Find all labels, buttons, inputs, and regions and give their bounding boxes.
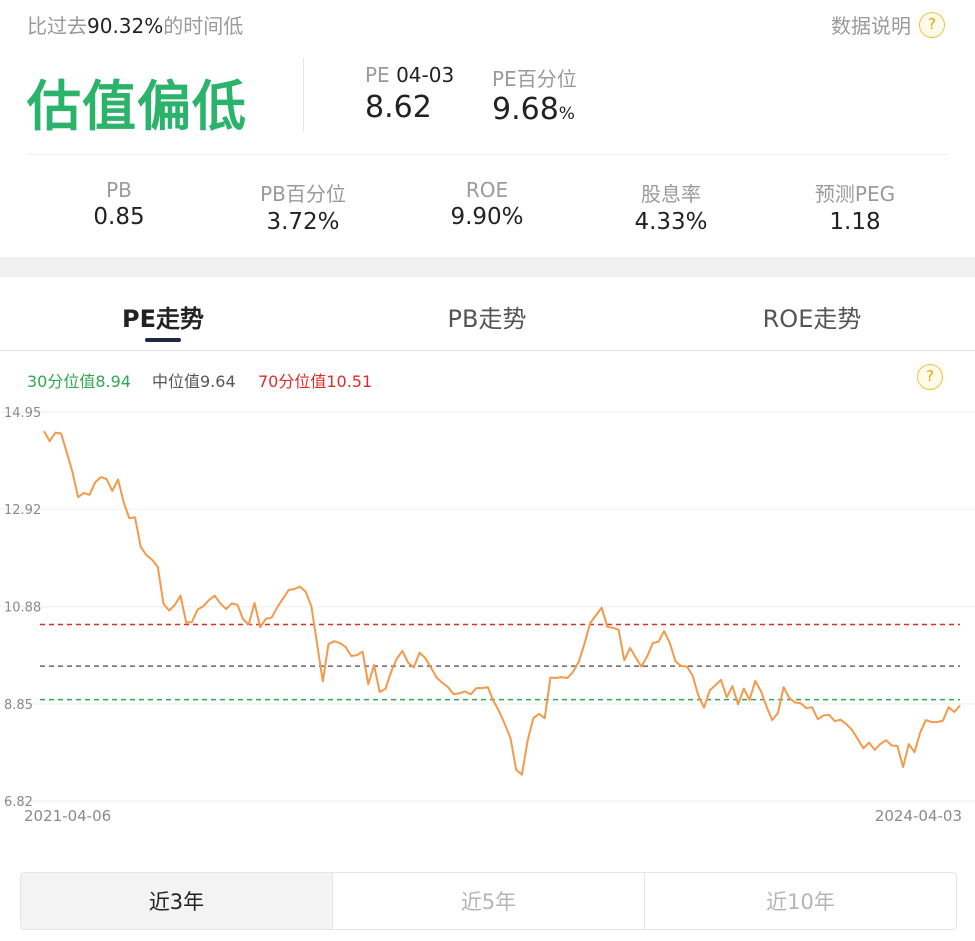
pe-percentile-value: 9.68%	[492, 92, 575, 127]
metric-value: 3.72%	[266, 209, 340, 235]
pe-percentile-unit: %	[558, 104, 575, 124]
time-range-selector: 近3年 近5年 近10年	[20, 872, 957, 930]
y-tick-label: 12.92	[4, 503, 41, 518]
metric-roe: ROE 9.90%	[407, 178, 567, 230]
summary-value: 90.32%	[87, 14, 164, 38]
metric-label: PB	[106, 178, 132, 202]
metric-label: 股息率	[641, 182, 701, 206]
data-help-link[interactable]: 数据说明 ?	[831, 10, 945, 39]
metric-label: ROE	[465, 178, 509, 202]
metric-value: 4.33%	[634, 209, 708, 235]
divider	[303, 58, 304, 132]
x-start-label: 2021-04-06	[24, 807, 111, 825]
metric-label: PB百分位	[260, 182, 346, 206]
active-tab-indicator	[145, 338, 181, 342]
metric-pb-percentile: PB百分位 3.72%	[223, 178, 383, 235]
tab-pb-trend[interactable]: PB走势	[387, 299, 587, 334]
metric-peg: 预测PEG 1.18	[775, 178, 935, 235]
tab-pe-trend[interactable]: PE走势	[63, 299, 263, 334]
metric-value: 9.90%	[450, 204, 524, 230]
summary-text: 比过去90.32%的时间低	[27, 10, 243, 39]
range-5y-button[interactable]: 近5年	[332, 873, 644, 929]
legend-p30: 30分位值8.94	[27, 372, 131, 391]
y-tick-label: 14.95	[4, 406, 41, 421]
question-icon[interactable]: ?	[919, 11, 945, 38]
data-help-label: 数据说明	[831, 14, 911, 38]
metric-pb: PB 0.85	[39, 178, 199, 230]
tab-roe-trend[interactable]: ROE走势	[712, 299, 912, 334]
valuation-status: 估值偏低	[27, 75, 247, 138]
range-3y-button[interactable]: 近3年	[21, 873, 332, 929]
metric-dividend-yield: 股息率 4.33%	[591, 178, 751, 235]
summary-suffix: 的时间低	[163, 14, 244, 38]
y-tick-label: 10.88	[4, 601, 41, 616]
section-gap	[0, 257, 975, 277]
legend-p70: 70分位值10.51	[258, 372, 373, 391]
legend-median: 中位值9.64	[152, 372, 236, 391]
summary-prefix: 比过去	[27, 14, 87, 38]
pe-label: PE 04-03	[365, 63, 454, 87]
pe-series-line	[43, 430, 961, 776]
pe-percentile-number: 9.68	[492, 92, 559, 127]
pe-percentile-label: PE百分位	[492, 67, 577, 91]
question-icon[interactable]: ?	[917, 364, 943, 390]
metric-value: 1.18	[829, 209, 881, 235]
pe-value: 8.62	[365, 90, 432, 125]
pe-label-text: PE	[365, 63, 390, 87]
x-end-label: 2024-04-03	[875, 807, 962, 825]
metric-value: 0.85	[93, 204, 145, 230]
divider	[27, 154, 948, 155]
range-10y-button[interactable]: 近10年	[644, 873, 956, 929]
pe-trend-chart: 14.9512.9210.888.856.822021-04-06 2024-04…	[0, 406, 975, 825]
metric-label: 预测PEG	[814, 182, 896, 206]
pe-date: 04-03	[396, 63, 455, 87]
y-tick-label: 8.85	[4, 698, 33, 713]
